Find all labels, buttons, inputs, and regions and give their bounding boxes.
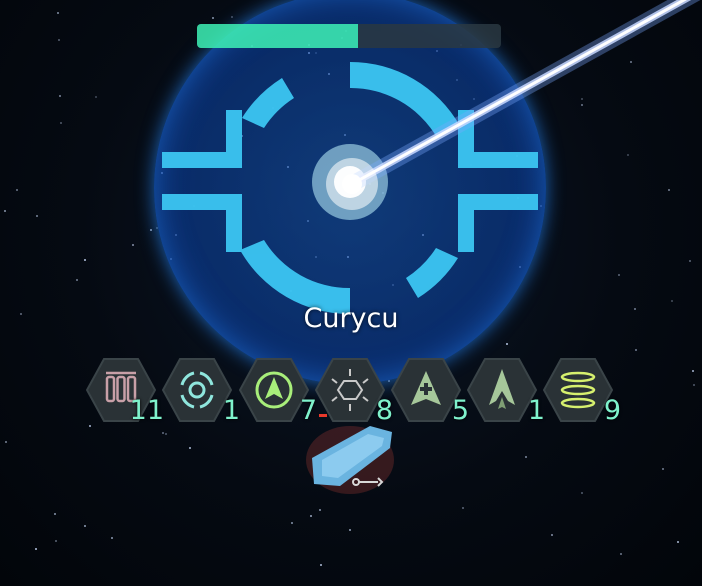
star: [35, 548, 37, 550]
star: [291, 522, 293, 524]
star: [462, 507, 464, 509]
star: [95, 96, 97, 98]
ability-slot-thruster[interactable]: 1: [467, 357, 545, 426]
star: [54, 513, 56, 515]
ability-count: 1: [222, 395, 240, 426]
star: [5, 441, 7, 443]
star: [58, 39, 60, 41]
star: [581, 98, 583, 100]
star: [525, 456, 527, 458]
star: [662, 468, 664, 470]
star: [693, 384, 695, 386]
star: [76, 279, 78, 281]
star: [162, 432, 164, 434]
star: [627, 154, 629, 156]
star: [635, 349, 637, 351]
star: [165, 433, 167, 435]
target-health-bar: [197, 24, 501, 48]
ability-count: 11: [129, 395, 164, 426]
player-ship-icon[interactable]: [300, 418, 400, 498]
star: [677, 541, 679, 543]
star: [16, 189, 18, 191]
star: [150, 229, 152, 231]
star: [189, 447, 191, 449]
star: [320, 564, 322, 566]
star: [84, 259, 86, 261]
star: [319, 509, 321, 511]
star: [671, 300, 673, 302]
ability-slot-ring-scan[interactable]: 1: [162, 357, 240, 426]
star: [689, 260, 691, 262]
ability-count: 9: [603, 395, 621, 426]
star: [581, 104, 583, 106]
target-lock-marker: [319, 414, 327, 417]
star: [630, 61, 632, 63]
star: [551, 534, 553, 536]
star: [692, 370, 694, 372]
star: [55, 540, 57, 542]
star: [84, 525, 86, 527]
star: [89, 425, 91, 427]
star: [581, 492, 583, 494]
star: [111, 537, 113, 539]
star: [349, 529, 351, 531]
target-name-label: Curycu: [303, 303, 399, 334]
star: [132, 244, 134, 246]
star: [57, 12, 59, 14]
star: [310, 515, 312, 517]
star: [59, 95, 61, 97]
ability-slot-stacked-rings[interactable]: 9: [543, 357, 621, 426]
star: [618, 274, 620, 276]
star: [4, 210, 6, 212]
star: [36, 215, 38, 217]
star: [60, 122, 62, 124]
star: [620, 553, 622, 555]
ability-slot-repair[interactable]: 5: [391, 357, 469, 426]
target-health-fill: [197, 24, 359, 48]
star: [668, 189, 670, 191]
ability-slot-fighter[interactable]: 7: [239, 357, 317, 426]
ability-slot-missile-pods[interactable]: 11: [86, 357, 164, 426]
